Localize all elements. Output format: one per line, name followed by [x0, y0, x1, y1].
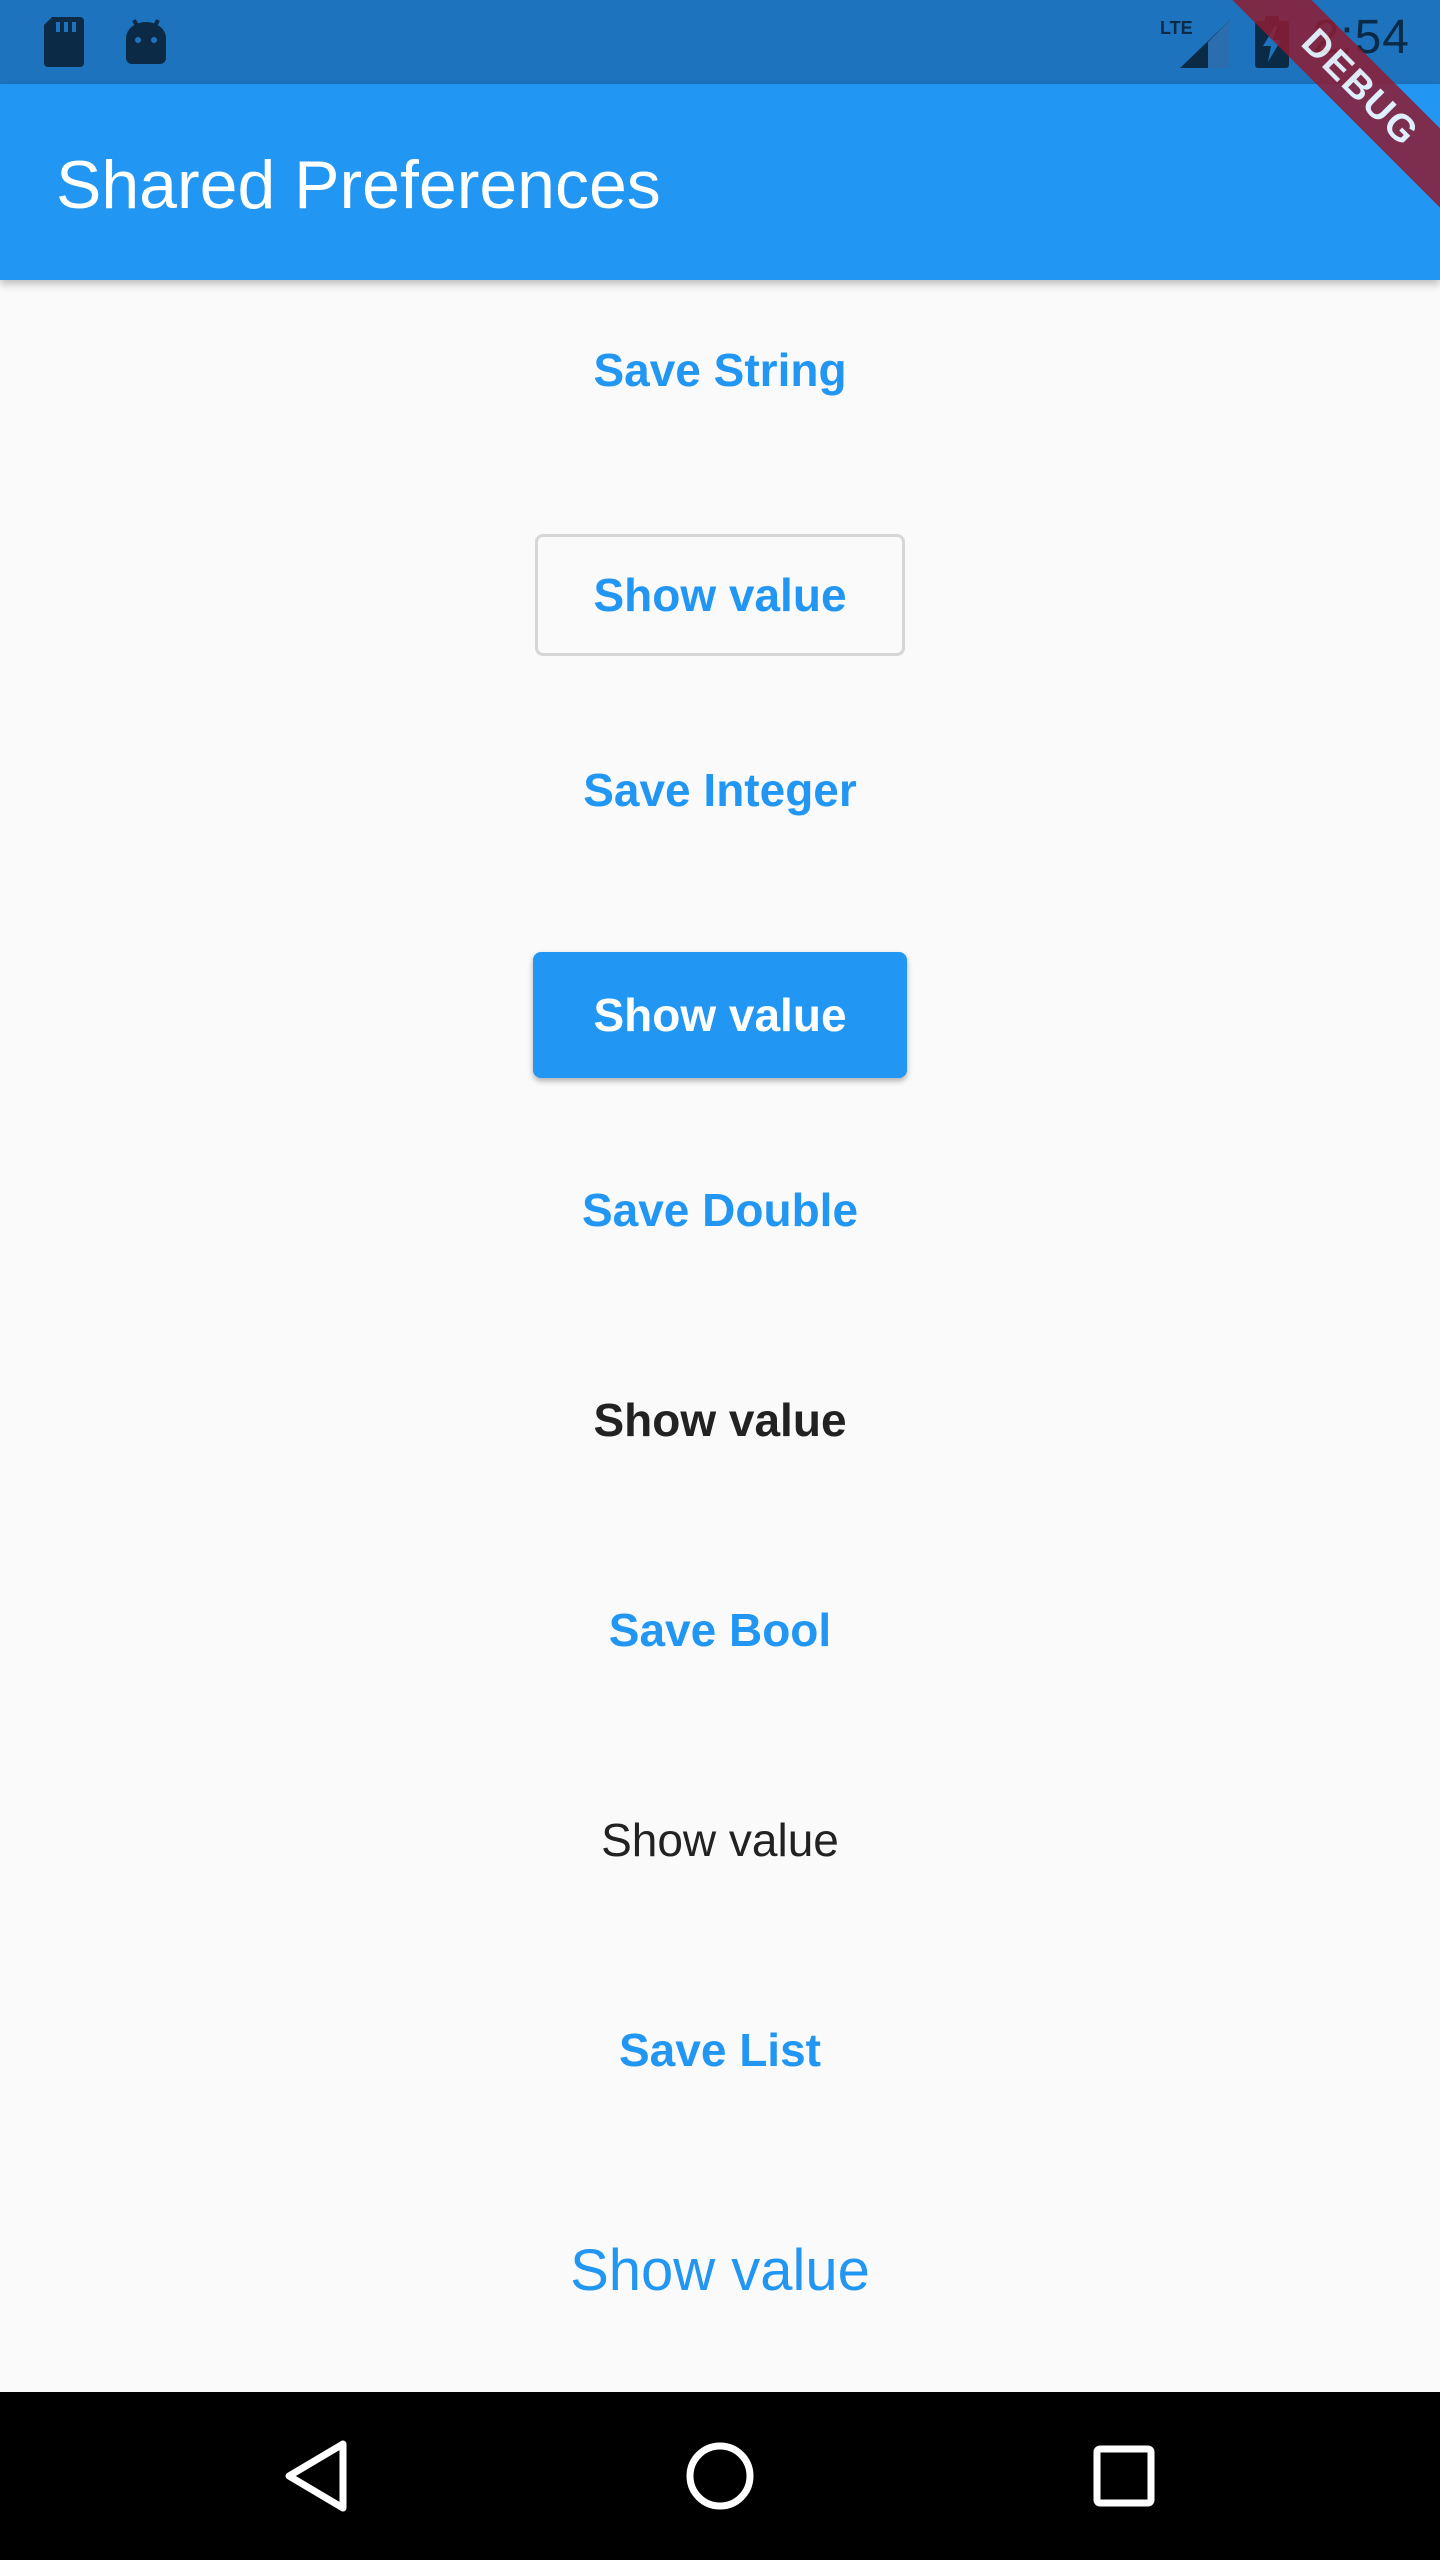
- save-integer-button[interactable]: Save Integer: [543, 743, 897, 837]
- recents-icon[interactable]: [1084, 2436, 1164, 2516]
- show-double-row: Show value: [0, 1370, 1440, 1470]
- app-bar: Shared Preferences: [0, 84, 1440, 280]
- show-bool-button[interactable]: Show value: [561, 1793, 879, 1887]
- sd-card-icon: [40, 16, 88, 68]
- show-list-row: Show value: [0, 2210, 1440, 2330]
- show-integer-row: Show value: [0, 950, 1440, 1080]
- save-list-row: Save List: [0, 2000, 1440, 2100]
- content-area: Save String Show value Save Integer Show…: [0, 280, 1440, 2392]
- show-list-button[interactable]: Show value: [530, 2221, 910, 2320]
- lte-signal-icon: LTE: [1160, 16, 1230, 68]
- show-double-button[interactable]: Show value: [553, 1373, 886, 1467]
- show-integer-button[interactable]: Show value: [533, 952, 907, 1078]
- navigation-bar: [0, 2392, 1440, 2560]
- show-string-row: Show value: [0, 532, 1440, 658]
- save-list-button[interactable]: Save List: [579, 2003, 861, 2097]
- save-bool-row: Save Bool: [0, 1580, 1440, 1680]
- lte-label: LTE: [1160, 18, 1193, 38]
- save-integer-row: Save Integer: [0, 740, 1440, 840]
- status-bar: LTE 2:54: [0, 0, 1440, 84]
- android-icon: [122, 16, 170, 68]
- show-string-button[interactable]: Show value: [535, 534, 905, 656]
- app-screen: LTE 2:54 Shared Preferences DEBUG Save S…: [0, 0, 1440, 2560]
- save-bool-button[interactable]: Save Bool: [569, 1583, 871, 1677]
- back-icon[interactable]: [276, 2436, 356, 2516]
- save-double-row: Save Double: [0, 1160, 1440, 1260]
- page-title: Shared Preferences: [56, 147, 661, 223]
- save-double-button[interactable]: Save Double: [542, 1163, 898, 1257]
- save-string-row: Save String: [0, 320, 1440, 420]
- show-bool-row: Show value: [0, 1790, 1440, 1890]
- save-string-button[interactable]: Save String: [553, 323, 886, 417]
- home-icon[interactable]: [680, 2436, 760, 2516]
